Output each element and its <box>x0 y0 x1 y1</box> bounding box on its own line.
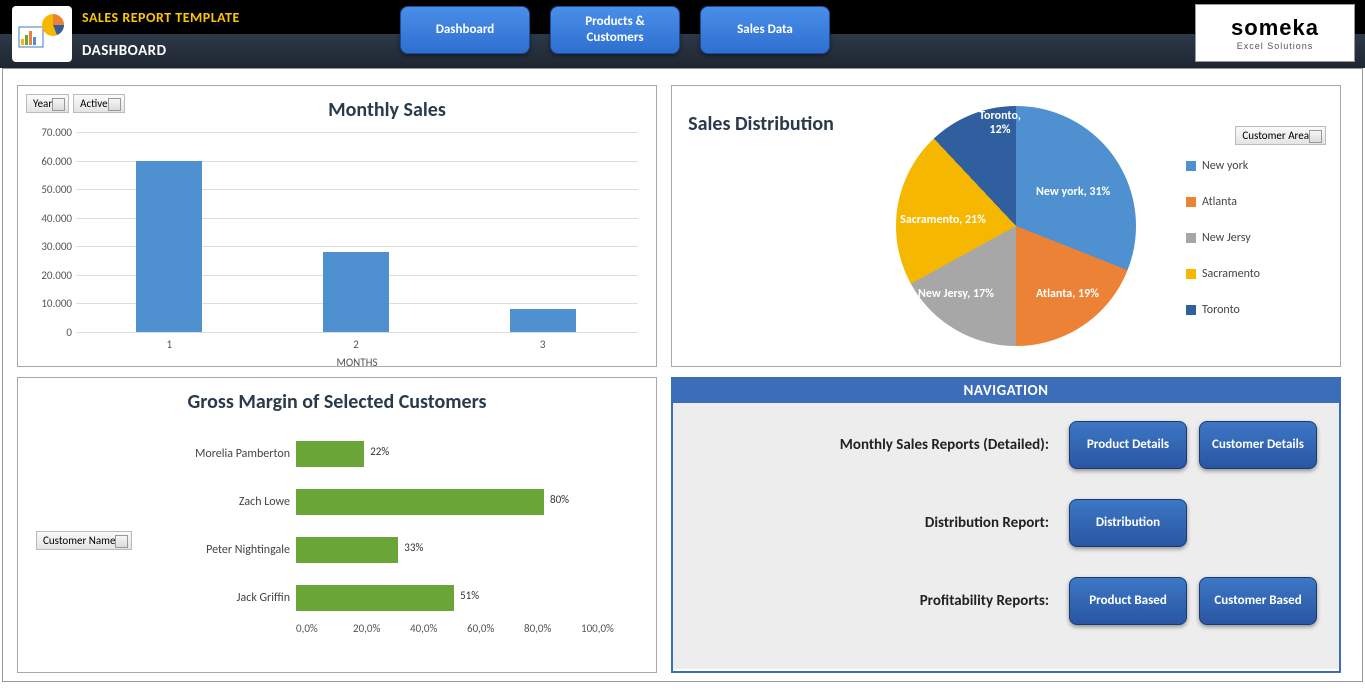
nav-row: Profitability Reports: Product BasedCusto… <box>695 577 1317 625</box>
gross-margin-chart: Morelia Pamberton 22% Zach Lowe 80% Peter Ni… <box>166 430 638 650</box>
x-tick: 100,0% <box>581 622 638 635</box>
nav-products-customers-button[interactable]: Products & Customers <box>550 6 680 54</box>
legend-swatch <box>1186 197 1196 207</box>
legend-swatch <box>1186 233 1196 243</box>
hbar-label: Zach Lowe <box>166 495 296 509</box>
bar <box>510 309 576 332</box>
dashboard-body: Year Active Monthly Sales 010.00020.0003… <box>2 68 1363 682</box>
y-tick: 0 <box>34 326 72 339</box>
pie-label-toronto: Toronto, 12% <box>970 110 1030 138</box>
legend-swatch <box>1186 161 1196 171</box>
page-title: DASHBOARD <box>82 42 167 60</box>
app-subheader: DASHBOARD Dashboard Products & Customers… <box>0 34 1365 68</box>
hbar <box>296 441 364 467</box>
hbar <box>296 585 454 611</box>
top-nav: Dashboard Products & Customers Sales Dat… <box>400 6 830 54</box>
hbar <box>296 537 398 563</box>
y-tick: 40.000 <box>34 212 72 225</box>
hbar-row: Morelia Pamberton 22% <box>166 430 638 478</box>
legend-item: Atlanta <box>1186 195 1326 209</box>
legend-swatch <box>1186 305 1196 315</box>
nav-button[interactable]: Distribution <box>1069 499 1187 547</box>
distribution-legend: Customer Area New york Atlanta New Jersy Sa… <box>1186 96 1326 356</box>
bar <box>136 161 202 332</box>
app-icon <box>12 6 72 62</box>
monthly-sales-chart: 010.00020.00030.00040.00050.00060.00070.… <box>76 132 638 332</box>
hbar-row: Jack Griffin 51% <box>166 574 638 622</box>
brand-logo: someka Excel Solutions <box>1195 4 1355 62</box>
legend-item: Sacramento <box>1186 267 1326 281</box>
y-tick: 50.000 <box>34 183 72 196</box>
gross-margin-title: Gross Margin of Selected Customers <box>36 390 638 414</box>
nav-row-label: Monthly Sales Reports (Detailed): <box>840 436 1049 454</box>
nav-button[interactable]: Customer Based <box>1199 577 1317 625</box>
hbar-label: Morelia Pamberton <box>166 447 296 461</box>
hbar-value: 80% <box>550 493 569 506</box>
hbar-row: Zach Lowe 80% <box>166 478 638 526</box>
nav-sales-data-button[interactable]: Sales Data <box>700 6 830 54</box>
nav-row-label: Profitability Reports: <box>920 592 1049 610</box>
legend-label: Sacramento <box>1202 267 1260 281</box>
x-tick: 60,0% <box>467 622 524 635</box>
monthly-xlabel: MONTHS <box>76 356 638 369</box>
sales-distribution-panel: Sales Distribution New york, 31% Atlanta… <box>671 85 1341 367</box>
y-tick: 30.000 <box>34 240 72 253</box>
hbar-label: Jack Griffin <box>166 591 296 605</box>
legend-label: Toronto <box>1202 303 1240 317</box>
nav-row: Distribution Report: Distribution <box>695 499 1317 547</box>
pie-label-atlanta: Atlanta, 19% <box>1036 288 1099 302</box>
gross-margin-panel: Gross Margin of Selected Customers Custo… <box>17 377 657 673</box>
hbar-value: 33% <box>404 541 423 554</box>
nav-button[interactable]: Product Based <box>1069 577 1187 625</box>
navigation-panel: NAVIGATION Monthly Sales Reports (Detail… <box>671 377 1341 673</box>
customer-area-slicer[interactable]: Customer Area <box>1235 126 1326 145</box>
y-tick: 10.000 <box>34 297 72 310</box>
monthly-sales-panel: Year Active Monthly Sales 010.00020.0003… <box>17 85 657 367</box>
legend-label: Atlanta <box>1202 195 1237 209</box>
nav-dashboard-button[interactable]: Dashboard <box>400 6 530 54</box>
hbar-row: Peter Nightingale 33% <box>166 526 638 574</box>
y-tick: 60.000 <box>34 155 72 168</box>
x-tick: 3 <box>510 338 576 351</box>
pie-label-newjersy: New Jersy, 17% <box>918 288 994 302</box>
x-tick: 0,0% <box>296 622 353 635</box>
legend-item: New york <box>1186 159 1326 173</box>
customer-name-slicer[interactable]: Customer Name <box>36 531 132 550</box>
pie-label-sacramento: Sacramento, 21% <box>898 214 988 228</box>
x-tick: 20,0% <box>353 622 410 635</box>
nav-row-label: Distribution Report: <box>925 514 1049 532</box>
navigation-title: NAVIGATION <box>673 379 1339 403</box>
legend-item: Toronto <box>1186 303 1326 317</box>
app-title: SALES REPORT TEMPLATE <box>82 9 240 26</box>
x-tick: 80,0% <box>524 622 581 635</box>
active-slicer[interactable]: Active <box>73 94 124 113</box>
pie-label-newyork: New york, 31% <box>1036 186 1110 200</box>
hbar <box>296 489 544 515</box>
hbar-value: 51% <box>460 589 479 602</box>
y-tick: 20.000 <box>34 269 72 282</box>
sales-distribution-chart: New york, 31% Atlanta, 19% New Jersy, 17… <box>836 96 1186 356</box>
hbar-value: 22% <box>370 445 389 458</box>
legend-label: New Jersy <box>1202 231 1251 245</box>
navigation-body: Monthly Sales Reports (Detailed): Product… <box>673 403 1339 669</box>
legend-item: New Jersy <box>1186 231 1326 245</box>
x-tick: 1 <box>136 338 202 351</box>
x-tick: 2 <box>323 338 389 351</box>
legend-label: New york <box>1202 159 1248 173</box>
year-slicer[interactable]: Year <box>26 94 69 113</box>
nav-row: Monthly Sales Reports (Detailed): Product… <box>695 421 1317 469</box>
y-tick: 70.000 <box>34 126 72 139</box>
nav-button[interactable]: Customer Details <box>1199 421 1317 469</box>
sales-distribution-title: Sales Distribution <box>686 96 836 356</box>
hbar-label: Peter Nightingale <box>166 543 296 557</box>
legend-swatch <box>1186 269 1196 279</box>
monthly-sales-title: Monthly Sales <box>136 98 638 122</box>
x-tick: 40,0% <box>410 622 467 635</box>
nav-button[interactable]: Product Details <box>1069 421 1187 469</box>
bar <box>323 252 389 332</box>
